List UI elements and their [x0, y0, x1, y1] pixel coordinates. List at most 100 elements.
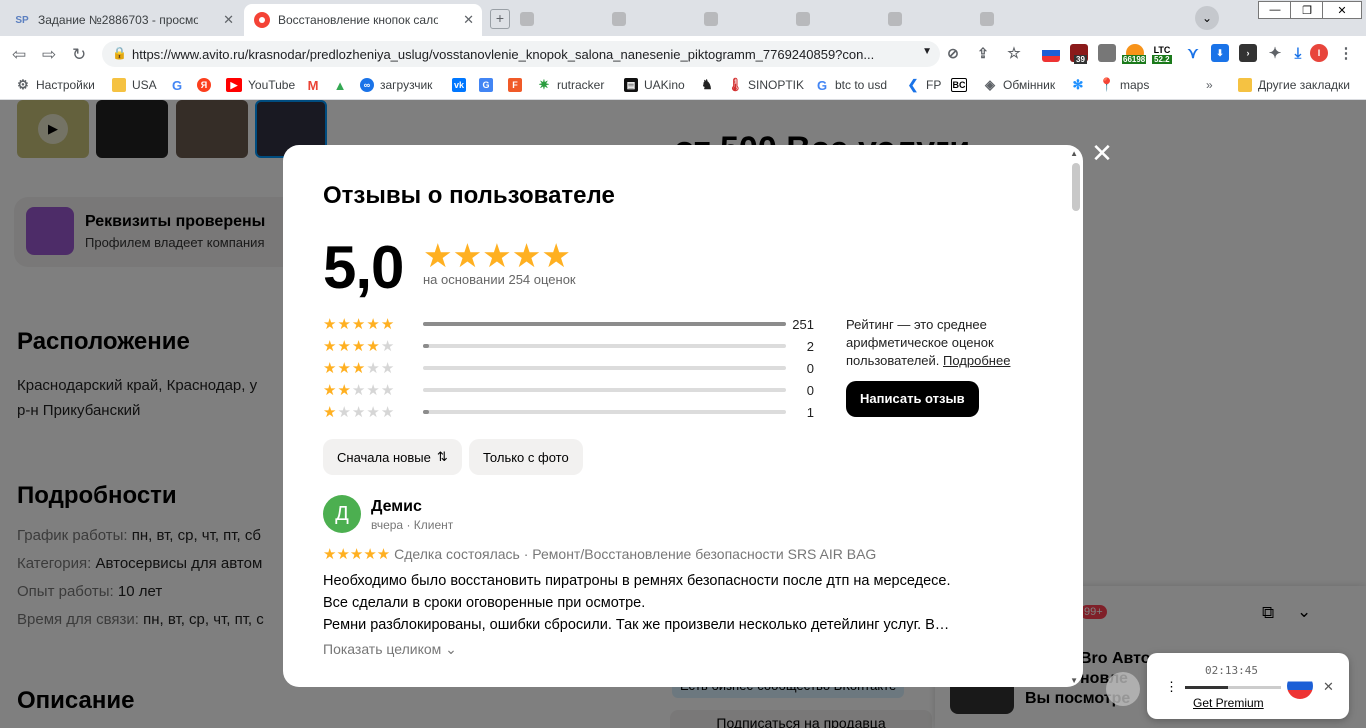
review-text: Необходимо было восстановить пиратроны в…: [323, 573, 951, 633]
bookmark-exchanger[interactable]: ◈ Обмінник: [983, 77, 1055, 92]
bookmark-translate[interactable]: G: [479, 78, 493, 92]
scrollbar[interactable]: [1072, 163, 1080, 211]
gmail-icon: M: [307, 77, 319, 93]
bookmark-maps[interactable]: 📍 maps: [1098, 77, 1149, 92]
scroll-up-icon[interactable]: ▲: [1070, 149, 1078, 158]
show-full-link[interactable]: Показать целиком ⌄: [323, 641, 457, 658]
bookmark-vk[interactable]: vk: [452, 78, 466, 92]
profile-avatar[interactable]: I: [1310, 44, 1328, 62]
distribution-stars: ★★★★★: [323, 404, 396, 421]
sort-button[interactable]: Сначала новые ⇅: [323, 439, 462, 475]
bookmark-google[interactable]: G: [170, 78, 184, 93]
url-text: https://www.avito.ru/krasnodar/predlozhe…: [132, 46, 875, 62]
bookmark-snow[interactable]: ✻: [1071, 77, 1085, 92]
scroll-down-icon[interactable]: ▼: [1070, 676, 1078, 685]
sort-arrows-icon: ⇅: [436, 449, 448, 464]
downloads-icon[interactable]: ⤓: [1289, 44, 1307, 62]
bookmark-btc[interactable]: Gbtc to usd: [815, 77, 887, 93]
pinned-tab[interactable]: [520, 8, 606, 30]
address-bar[interactable]: 🔒 https://www.avito.ru/krasnodar/predloz…: [102, 41, 940, 67]
terminal-icon[interactable]: ›: [1239, 44, 1257, 62]
back-icon[interactable]: ⇦: [12, 45, 26, 65]
distribution-count: 2: [806, 339, 814, 354]
dropdown-icon[interactable]: ▼: [922, 46, 932, 57]
distribution-stars: ★★★★★: [323, 338, 396, 355]
minimize-button[interactable]: —: [1258, 1, 1292, 19]
lock-icon: 🔒: [112, 46, 127, 60]
google-icon: G: [816, 77, 828, 93]
get-premium-link[interactable]: Get Premium: [1193, 696, 1264, 710]
distribution-count: 1: [806, 405, 814, 420]
new-tab-icon[interactable]: +: [490, 9, 510, 29]
reload-icon[interactable]: ↻: [72, 45, 86, 65]
sp-favicon-icon: SP: [15, 14, 29, 26]
menu-icon[interactable]: ⋮: [1337, 44, 1355, 62]
bookmark-other[interactable]: Другие закладки: [1238, 78, 1350, 92]
infinity-icon: ∞: [360, 78, 374, 92]
forward-icon[interactable]: ⇨: [42, 45, 56, 65]
mascot-icon[interactable]: [1106, 672, 1140, 706]
flag-ru-icon[interactable]: [1287, 673, 1313, 699]
close-tab-icon[interactable]: ✕: [463, 12, 474, 28]
bookmark-bc[interactable]: BC: [951, 78, 967, 92]
review-stars: ★★★★★: [323, 546, 391, 563]
pinned-tab[interactable]: [704, 8, 790, 30]
reviews-modal: ▲ ▼ Отзывы о пользователе 5,0 ★★★★★ на о…: [283, 145, 1083, 687]
pinned-tab[interactable]: [980, 8, 1066, 30]
close-window-button[interactable]: ✕: [1322, 1, 1362, 19]
fp-icon: ❮: [907, 77, 919, 92]
pinned-tab[interactable]: [612, 8, 698, 30]
bookmark-gmail[interactable]: M: [306, 77, 320, 93]
avatar[interactable]: Д: [323, 495, 361, 533]
pinned-tab[interactable]: [888, 8, 974, 30]
bookmark-uakino[interactable]: ▤ UAKino: [624, 78, 685, 92]
player-time: 02:13:45: [1205, 664, 1258, 677]
extension-icon[interactable]: 39: [1070, 44, 1088, 64]
bookmark-youtube[interactable]: ▶ YouTube: [226, 78, 295, 92]
download-ext-icon[interactable]: ⬇: [1211, 44, 1229, 62]
bitcoin-icon[interactable]: 66198: [1122, 44, 1147, 64]
extensions-puzzle-icon[interactable]: ✦: [1266, 44, 1284, 62]
write-review-button[interactable]: Написать отзыв: [846, 381, 979, 417]
photo-filter-button[interactable]: Только с фото: [469, 439, 583, 475]
ltc-icon[interactable]: LTC 52.2: [1152, 41, 1172, 64]
more-link[interactable]: Подробнее: [943, 353, 1010, 368]
pinned-tab[interactable]: [796, 8, 882, 30]
bookmark-usa[interactable]: USA: [112, 78, 157, 92]
bookmark-sinoptik[interactable]: 🌡 SINOPTIK: [727, 77, 804, 92]
share-icon[interactable]: ⇪: [974, 44, 992, 62]
bookmark-yandex[interactable]: Я: [197, 78, 211, 92]
player-menu-icon[interactable]: ⋮: [1165, 679, 1178, 695]
distribution-bar: [423, 388, 786, 392]
maps-pin-icon: 📍: [1098, 77, 1116, 92]
briefcase-icon[interactable]: [1098, 44, 1116, 62]
close-modal-icon[interactable]: ✕: [1090, 140, 1114, 166]
maximize-button[interactable]: ❐: [1290, 1, 1324, 19]
tab-title: Восстановление кнопок салона н: [278, 13, 438, 27]
bookmark-horse[interactable]: ♞: [700, 77, 714, 92]
more-bookmarks-icon[interactable]: »: [1206, 78, 1213, 92]
bookmark-settings[interactable]: ⚙ Настройки: [16, 77, 95, 92]
bookmark-drive[interactable]: ▲: [333, 78, 347, 93]
tab-avito[interactable]: Восстановление кнопок салона н ✕: [244, 4, 482, 36]
tab-zadanie[interactable]: SP Задание №2886703 - просмотр з ✕: [4, 4, 242, 36]
bookmark-rutracker[interactable]: ✷ rutracker: [537, 77, 605, 92]
vpn-icon[interactable]: ⋎: [1184, 44, 1202, 62]
tab-search-icon[interactable]: ⌄: [1195, 6, 1219, 30]
modal-title: Отзывы о пользователе: [323, 182, 615, 209]
bookmark-star-icon[interactable]: ☆: [1005, 44, 1023, 62]
translate-icon[interactable]: ⊘: [944, 44, 962, 62]
rating-note: Рейтинг — это среднее арифметическое оце…: [846, 317, 1011, 368]
uakino-icon: ▤: [624, 78, 638, 92]
close-icon[interactable]: ✕: [1323, 679, 1334, 695]
close-tab-icon[interactable]: ✕: [223, 12, 234, 28]
player-progress[interactable]: [1185, 686, 1281, 689]
reviewer-name[interactable]: Демис: [371, 498, 422, 516]
bookmark-fp[interactable]: ❮ FP: [906, 77, 942, 92]
flag-ru-icon[interactable]: [1042, 44, 1060, 62]
yandex-icon: Я: [197, 78, 211, 92]
bookmark-f[interactable]: F: [508, 78, 522, 92]
rating-based-on: на основании 254 оценок: [423, 272, 576, 287]
bookmark-downloader[interactable]: ∞ загрузчик: [360, 78, 432, 92]
distribution-bar: [423, 322, 786, 326]
